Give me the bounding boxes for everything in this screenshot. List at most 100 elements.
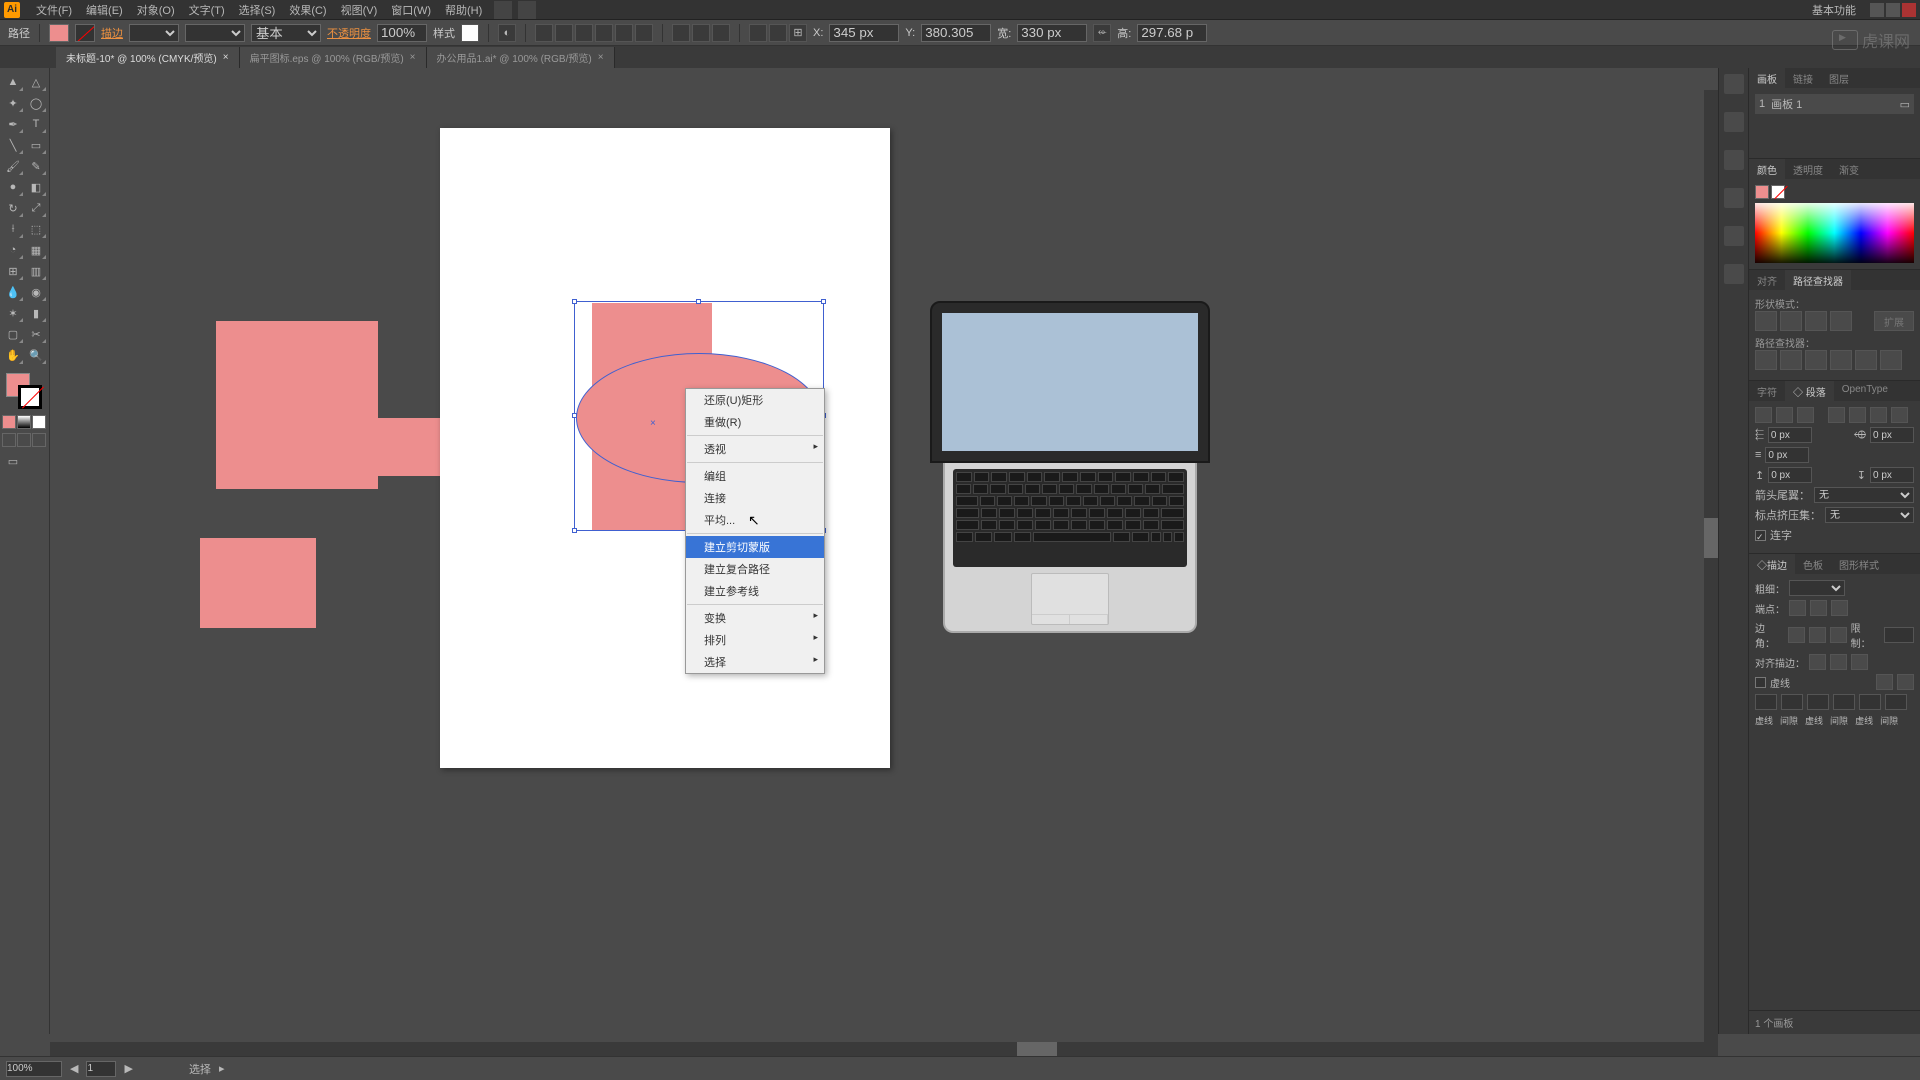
magic-wand-tool-icon[interactable]: ✦	[2, 93, 24, 113]
dashed-checkbox[interactable]	[1755, 677, 1766, 688]
fill-swatch-icon[interactable]	[1755, 185, 1769, 199]
panel-icon[interactable]	[1724, 150, 1744, 170]
exclude-icon[interactable]	[1830, 311, 1852, 331]
ctx-perspective[interactable]: 透视	[686, 438, 824, 460]
artboard-row[interactable]: 1 画板 1 ▭	[1755, 94, 1914, 114]
ctx-arrange[interactable]: 排列	[686, 629, 824, 651]
status-dropdown-icon[interactable]: ▸	[219, 1062, 225, 1075]
transform-icon[interactable]	[749, 24, 767, 42]
artwork-shape[interactable]	[200, 538, 316, 628]
paintbrush-tool-icon[interactable]: 🖌	[2, 156, 24, 176]
artboard-nav-input[interactable]	[86, 1061, 116, 1077]
layout-icon[interactable]	[494, 1, 512, 19]
align-left-icon[interactable]	[1755, 407, 1772, 423]
artwork-shape[interactable]	[216, 321, 378, 489]
color-mode-icon[interactable]	[2, 415, 16, 429]
resize-handle-icon[interactable]	[821, 299, 826, 304]
hyphenate-checkbox[interactable]	[1755, 530, 1766, 541]
screen-mode-icon[interactable]: ▭	[2, 451, 24, 471]
arrow-select[interactable]: 无	[1814, 487, 1914, 503]
canvas[interactable]: ×	[50, 68, 1718, 1034]
isolate-icon[interactable]	[769, 24, 787, 42]
join-bevel-icon[interactable]	[1830, 627, 1847, 643]
indent-right-input[interactable]	[1870, 427, 1914, 443]
grid-icon[interactable]: ⊞	[789, 24, 807, 42]
ctx-make-clipping-mask[interactable]: 建立剪切蒙版	[686, 536, 824, 558]
ctx-redo[interactable]: 重做(R)	[686, 411, 824, 433]
width-tool-icon[interactable]: ⟊	[2, 219, 24, 239]
tab-paragraph[interactable]: ◇ 段落	[1785, 381, 1834, 401]
symbol-sprayer-tool-icon[interactable]: ✶	[2, 303, 24, 323]
blob-brush-tool-icon[interactable]: ●	[2, 177, 24, 197]
cap-square-icon[interactable]	[1831, 600, 1848, 616]
menu-view[interactable]: 视图(V)	[335, 0, 384, 20]
direct-selection-tool-icon[interactable]: △	[25, 72, 47, 92]
menu-select[interactable]: 选择(S)	[233, 0, 282, 20]
justify-left-icon[interactable]	[1828, 407, 1845, 423]
resize-handle-icon[interactable]	[572, 528, 577, 533]
perspective-tool-icon[interactable]: ▦	[25, 240, 47, 260]
shape-builder-tool-icon[interactable]: ◔	[2, 240, 24, 260]
pencil-tool-icon[interactable]: ✎	[25, 156, 47, 176]
miter-limit-input[interactable]	[1884, 627, 1914, 643]
w-input[interactable]	[1017, 24, 1087, 42]
close-tab-icon[interactable]: ×	[410, 52, 416, 63]
free-transform-tool-icon[interactable]: ⬚	[25, 219, 47, 239]
tab-graphic-styles[interactable]: 图形样式	[1831, 554, 1887, 574]
vertical-scrollbar[interactable]	[1704, 90, 1718, 1042]
panel-icon[interactable]	[1724, 74, 1744, 94]
selection-tool-icon[interactable]: ▲	[2, 72, 24, 92]
panel-icon[interactable]	[1724, 264, 1744, 284]
align-right-icon[interactable]	[575, 24, 593, 42]
tab-character[interactable]: 字符	[1749, 381, 1785, 401]
resize-handle-icon[interactable]	[572, 299, 577, 304]
horizontal-scrollbar[interactable]	[50, 1042, 1718, 1056]
scrollbar-thumb[interactable]	[1017, 1042, 1057, 1056]
minus-front-icon[interactable]	[1780, 311, 1802, 331]
gradient-tool-icon[interactable]: ▥	[25, 261, 47, 281]
stroke-swatch-icon[interactable]	[1771, 185, 1785, 199]
align-right-icon[interactable]	[1797, 407, 1814, 423]
pen-tool-icon[interactable]: ✒	[2, 114, 24, 134]
align-top-icon[interactable]	[595, 24, 613, 42]
align-stroke-inside-icon[interactable]	[1830, 654, 1847, 670]
trim-icon[interactable]	[1780, 350, 1802, 370]
gap-input[interactable]	[1781, 694, 1803, 710]
tab-links[interactable]: 链接	[1785, 68, 1821, 88]
zoom-tool-icon[interactable]: 🔍	[25, 345, 47, 365]
type-tool-icon[interactable]: T	[25, 114, 47, 134]
panel-icon[interactable]	[1724, 226, 1744, 246]
merge-icon[interactable]	[1805, 350, 1827, 370]
panel-icon[interactable]	[1724, 112, 1744, 132]
dash-input[interactable]	[1755, 694, 1777, 710]
recolor-icon[interactable]: ◐	[498, 24, 516, 42]
tab-opentype[interactable]: OpenType	[1834, 381, 1896, 401]
menu-window[interactable]: 窗口(W)	[385, 0, 437, 20]
stroke-link[interactable]: 描边	[101, 25, 123, 41]
cap-round-icon[interactable]	[1810, 600, 1827, 616]
punct-select[interactable]: 无	[1825, 507, 1914, 523]
eraser-tool-icon[interactable]: ◧	[25, 177, 47, 197]
join-miter-icon[interactable]	[1788, 627, 1805, 643]
panel-icon[interactable]	[1724, 188, 1744, 208]
style-swatch[interactable]	[461, 24, 479, 42]
doc-tab-1[interactable]: 未标题-10* @ 100% (CMYK/预览)×	[56, 47, 240, 68]
distribute-v-icon[interactable]	[692, 24, 710, 42]
artboard-options-icon[interactable]: ▭	[1900, 98, 1910, 111]
intersect-icon[interactable]	[1805, 311, 1827, 331]
opacity-link[interactable]: 不透明度	[327, 25, 371, 41]
menu-type[interactable]: 文字(T)	[183, 0, 231, 20]
draw-inside-icon[interactable]	[32, 433, 46, 447]
ctx-join[interactable]: 连接	[686, 487, 824, 509]
opacity-input[interactable]	[377, 24, 427, 42]
ctx-make-guides[interactable]: 建立参考线	[686, 580, 824, 602]
menu-edit[interactable]: 编辑(E)	[80, 0, 129, 20]
draw-behind-icon[interactable]	[17, 433, 31, 447]
minimize-icon[interactable]	[1870, 3, 1884, 17]
minus-back-icon[interactable]	[1880, 350, 1902, 370]
scrollbar-thumb[interactable]	[1704, 518, 1718, 558]
distribute-spacing-icon[interactable]	[712, 24, 730, 42]
brush-select[interactable]	[185, 24, 245, 42]
close-tab-icon[interactable]: ×	[223, 52, 229, 63]
resize-handle-icon[interactable]	[572, 413, 577, 418]
